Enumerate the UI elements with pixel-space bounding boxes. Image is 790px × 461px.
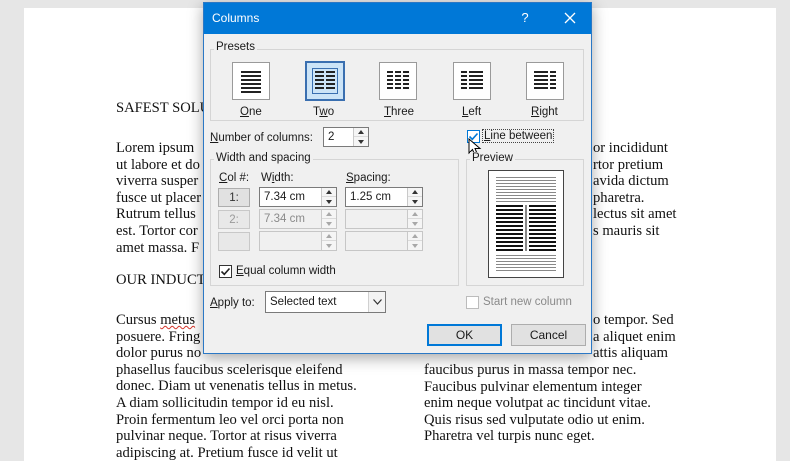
right-paragraph-2: faucibus purus in massa tempor nec. Fauc… xyxy=(424,362,651,445)
preset-three-icon xyxy=(387,71,409,89)
decrease-arrow-icon xyxy=(408,241,422,250)
width-spacing-label: Width and spacing xyxy=(214,152,313,164)
column-3-spacing-input xyxy=(345,231,423,251)
misspelled-word[interactable]: metus xyxy=(160,312,195,328)
apply-to-label: Apply to: xyxy=(210,297,255,309)
right-paragraph-2-top: o tempor. Sed a aliquet enim attis aliqu… xyxy=(593,312,676,362)
column-2-button: 2: xyxy=(218,210,250,229)
column-2-spacing-input xyxy=(345,209,423,229)
right-paragraph-1: or incididunt rtor pretium avida dictum … xyxy=(593,140,677,239)
increase-arrow-icon xyxy=(408,232,422,241)
column-3-width-input xyxy=(259,231,337,251)
start-new-column-label: Start new column xyxy=(483,296,572,308)
ok-button[interactable]: OK xyxy=(427,324,502,346)
width-header: Width: xyxy=(261,172,294,184)
preset-right-icon xyxy=(534,71,556,89)
preview-label: Preview xyxy=(470,152,515,164)
equal-column-width-label[interactable]: Equal column width xyxy=(236,265,336,277)
preset-left-label: Left xyxy=(462,106,482,118)
preview-page xyxy=(488,170,564,278)
decrease-arrow-icon xyxy=(322,241,336,250)
preset-left-icon xyxy=(461,71,483,89)
columns-dialog: Columns ? Presets One Two Three Left Rig… xyxy=(203,2,592,354)
number-of-columns-stepper[interactable]: 2 xyxy=(323,127,369,147)
column-1-spacing-input[interactable]: 1.25 cm xyxy=(345,187,423,207)
preset-one-label: One xyxy=(240,106,262,118)
column-2-width-input: 7.34 cm xyxy=(259,209,337,229)
column-1-width-input[interactable]: 7.34 cm xyxy=(259,187,337,207)
column-3-button xyxy=(218,232,250,251)
heading-safest: SAFEST SOLU xyxy=(116,100,211,116)
spacing-header: Spacing: xyxy=(346,172,391,184)
preset-two-label: Two xyxy=(313,106,335,118)
increase-arrow-icon[interactable] xyxy=(408,188,422,197)
preset-right-label: Right xyxy=(531,106,558,118)
preset-three-label: Three xyxy=(384,106,415,118)
number-of-columns-label: Number of columns: xyxy=(210,132,313,144)
close-icon xyxy=(564,12,576,24)
increase-arrow-icon xyxy=(322,210,336,219)
decrease-arrow-icon[interactable] xyxy=(322,197,336,206)
close-button[interactable] xyxy=(556,7,584,29)
decrease-arrow-icon xyxy=(322,219,336,228)
increase-arrow-icon[interactable] xyxy=(322,188,336,197)
preset-left-button[interactable] xyxy=(453,62,491,100)
preset-two-button[interactable] xyxy=(305,61,345,101)
chevron-down-icon xyxy=(372,299,382,305)
preset-one-icon xyxy=(241,71,261,93)
checkmark-icon xyxy=(220,267,231,276)
dialog-title: Columns xyxy=(212,11,260,25)
equal-column-width-checkbox[interactable] xyxy=(219,265,232,278)
col-number-header: Col #: xyxy=(219,172,250,184)
preview-columns-image xyxy=(496,177,556,271)
increase-arrow-icon xyxy=(408,210,422,219)
start-new-column-checkbox xyxy=(466,296,479,309)
dialog-title-bar[interactable]: Columns ? xyxy=(204,3,591,34)
increase-arrow-icon[interactable] xyxy=(354,128,368,137)
presets-label: Presets xyxy=(214,41,257,53)
preset-three-button[interactable] xyxy=(379,62,417,100)
decrease-arrow-icon[interactable] xyxy=(408,197,422,206)
column-1-button[interactable]: 1: xyxy=(218,188,250,207)
decrease-arrow-icon[interactable] xyxy=(354,137,368,146)
cancel-button[interactable]: Cancel xyxy=(511,324,586,346)
preset-right-button[interactable] xyxy=(526,62,564,100)
increase-arrow-icon xyxy=(322,232,336,241)
decrease-arrow-icon xyxy=(408,219,422,228)
preset-one-button[interactable] xyxy=(232,62,270,100)
preset-two-icon xyxy=(312,68,338,94)
heading-our-induct: OUR INDUCT xyxy=(116,272,206,288)
help-button[interactable]: ? xyxy=(518,10,532,25)
left-paragraph-1: Lorem ipsum ut labore et do viverra susp… xyxy=(116,140,202,256)
apply-to-select[interactable]: Selected text xyxy=(265,291,386,313)
line-between-label[interactable]: Line between xyxy=(482,129,555,143)
